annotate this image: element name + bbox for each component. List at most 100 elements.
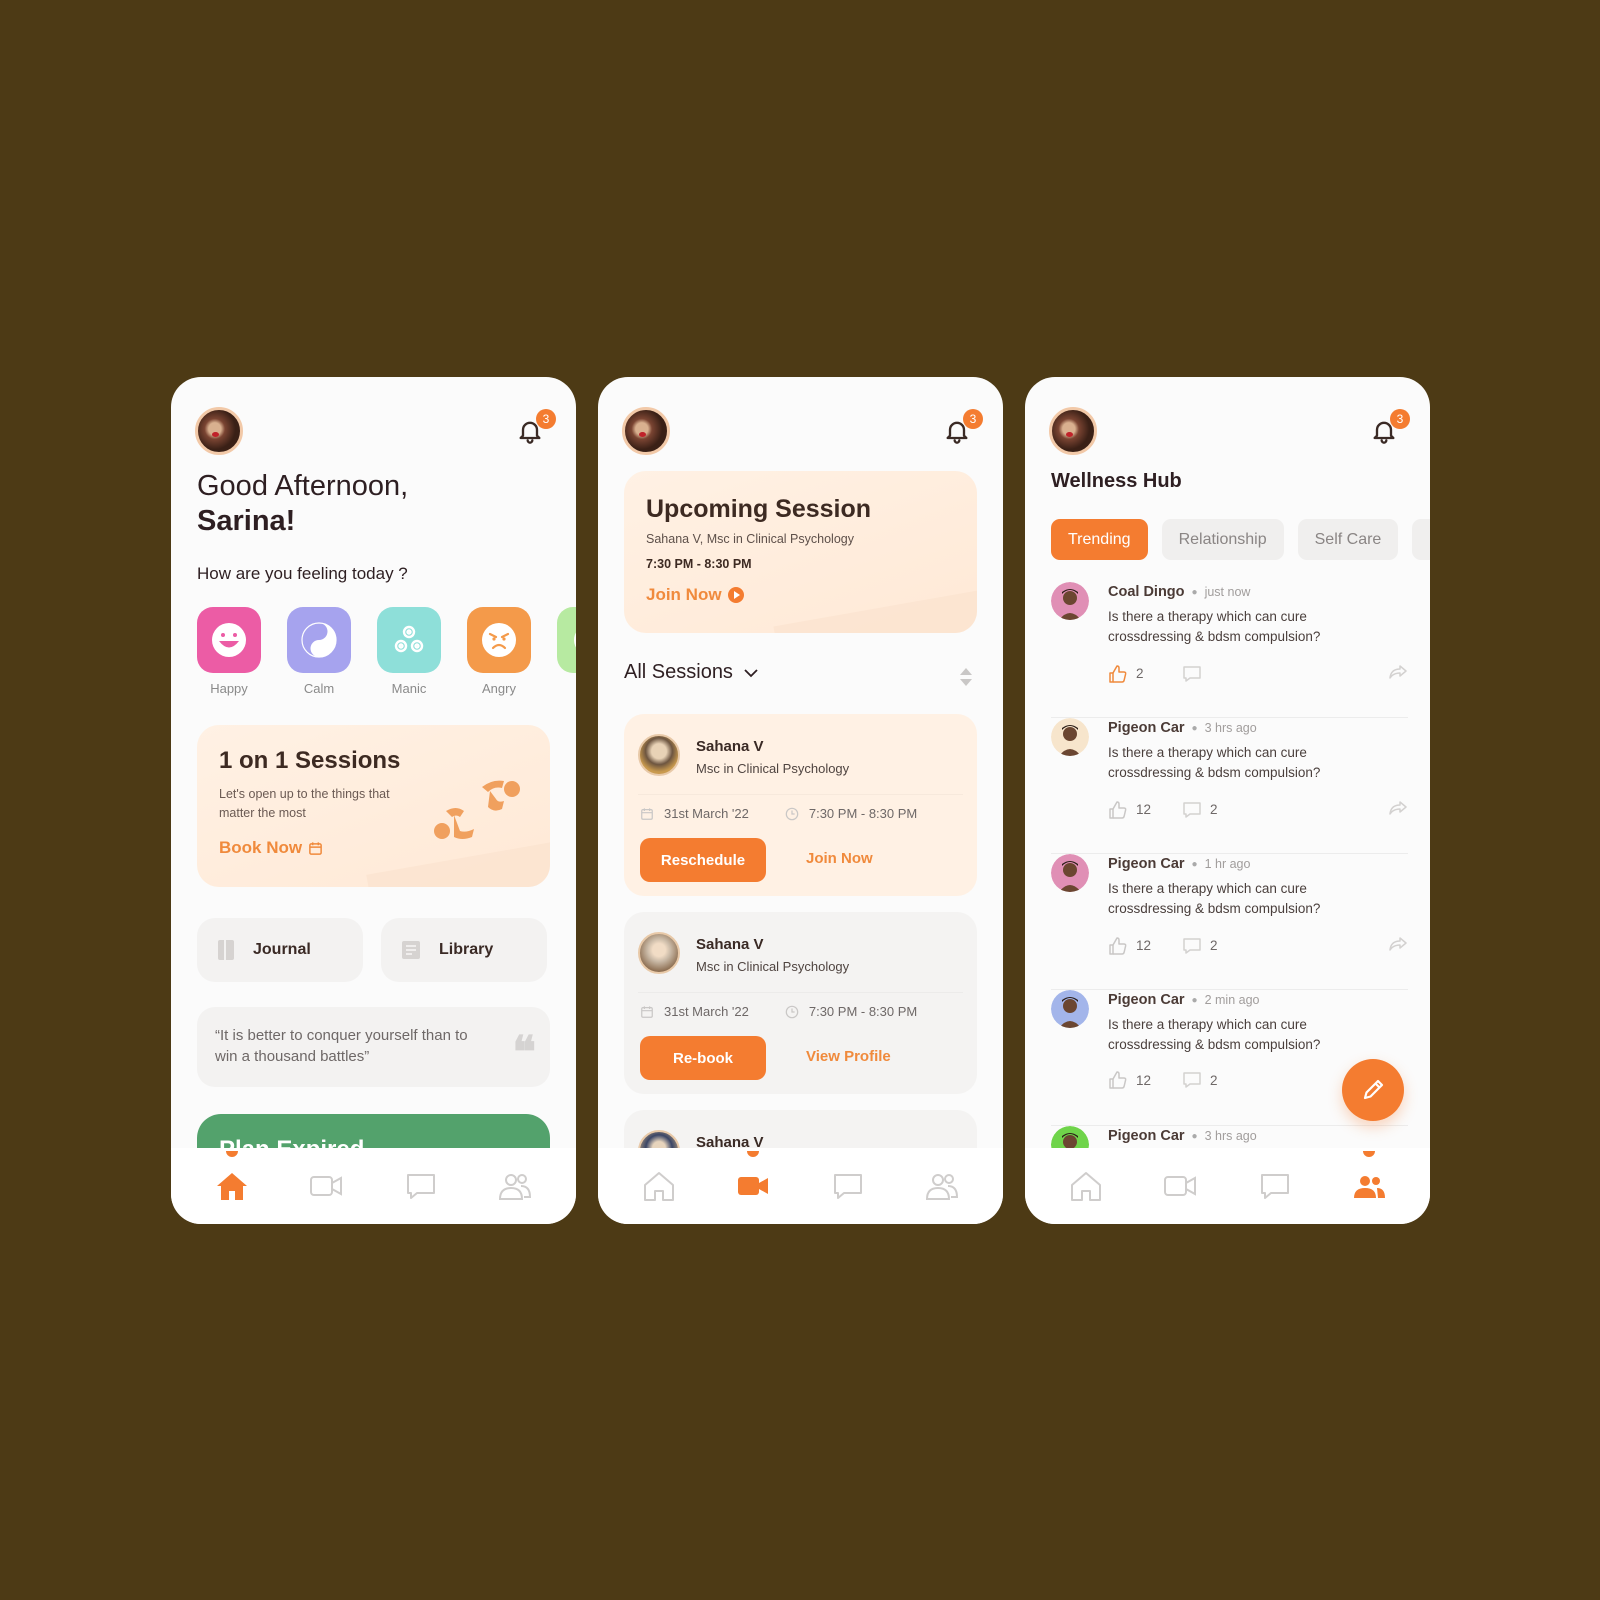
post-time: 2 min ago [1204,993,1260,1007]
like-button[interactable]: 2 [1108,664,1182,684]
comment-button[interactable]: 2 [1182,800,1256,820]
post-header: Pigeon Car ● 3 hrs ago [1108,720,1257,736]
sessions-filter-dropdown[interactable]: All Sessions [624,661,759,684]
view-profile-link[interactable]: View Profile [806,1048,891,1065]
greeting-text: Good Afternoon, [197,470,409,502]
share-button[interactable] [1388,798,1408,821]
rebook-button[interactable]: Re-book [640,1036,766,1080]
book-now-label: Book Now [219,838,303,857]
thumbs-up-icon [1109,800,1127,819]
wellness-hub-screen: 3 Wellness Hub Trending Relationship Sel… [1025,377,1430,1224]
join-now-link[interactable]: Join Now [806,850,873,867]
comment-button[interactable]: 2 [1182,1070,1256,1090]
post-author[interactable]: Pigeon Car [1108,856,1185,872]
mood-tile[interactable] [467,607,531,673]
post-author[interactable]: Pigeon Car [1108,1128,1185,1144]
nav-community[interactable] [490,1161,540,1211]
tab-more[interactable] [1412,519,1430,560]
divider [638,992,963,993]
book-now-link[interactable]: Book Now [219,838,323,858]
share-button[interactable] [1388,934,1408,957]
mood-tile[interactable] [377,607,441,673]
tab-relationship[interactable]: Relationship [1161,519,1284,560]
nav-sessions[interactable] [301,1161,351,1211]
quote-mark-icon: ❝ [512,1027,536,1078]
post-author-avatar[interactable] [1051,854,1089,892]
tab-trending[interactable]: Trending [1051,519,1148,560]
bottom-nav [1025,1148,1430,1224]
like-count: 2 [1136,666,1144,681]
post-header: Pigeon Car ● 1 hr ago [1108,856,1250,872]
comment-icon [1183,801,1201,818]
category-tabs: Trending Relationship Self Care [1051,519,1430,560]
sessions-screen: 3 Upcoming Session Sahana V, Msc in Clin… [598,377,1003,1224]
tab-self-care[interactable]: Self Care [1297,519,1399,560]
mood-tile[interactable] [557,607,576,673]
comment-button[interactable] [1182,664,1256,684]
post-item[interactable]: Coal Dingo ● just now Is there a therapy… [1051,582,1408,718]
upcoming-therapist: Sahana V, Msc in Clinical Psychology [646,532,854,546]
notifications-button[interactable]: 3 [1370,409,1410,447]
sort-icon[interactable] [959,667,973,687]
post-author-avatar[interactable] [1051,990,1089,1028]
nav-chat[interactable] [1250,1161,1300,1211]
journal-button[interactable]: Journal [197,918,363,982]
nav-home[interactable] [634,1161,684,1211]
triskelion-icon [394,625,424,653]
calendar-icon [641,807,653,820]
nav-home[interactable] [1061,1161,1111,1211]
active-indicator [1362,1151,1375,1157]
reschedule-button[interactable]: Reschedule [640,838,766,882]
bottom-nav [171,1148,576,1224]
share-button[interactable] [1388,662,1408,685]
post-author-avatar[interactable] [1051,718,1089,756]
active-indicator [747,1151,760,1157]
profile-avatar[interactable] [622,407,670,455]
mood-tile[interactable] [197,607,261,673]
post-author[interactable]: Pigeon Car [1108,720,1185,736]
nav-sessions[interactable] [1155,1161,1205,1211]
nav-chat[interactable] [823,1161,873,1211]
new-post-button[interactable] [1342,1059,1404,1121]
mood-happy[interactable]: Happy [197,607,261,696]
join-now-link[interactable]: Join Now [646,585,744,605]
therapist-credential: Msc in Clinical Psychology [696,959,850,974]
nav-community[interactable] [917,1161,967,1211]
comment-icon [1183,1072,1201,1088]
one-on-one-sessions-card[interactable]: 1 on 1 Sessions Let's open up to the thi… [197,725,550,887]
like-button[interactable]: 12 [1108,936,1182,956]
mood-manic[interactable]: Manic [377,607,441,696]
top-bar: 3 [622,407,983,455]
notification-badge: 3 [963,409,983,429]
profile-avatar[interactable] [195,407,243,455]
post-author-avatar[interactable] [1051,582,1089,620]
comment-button[interactable]: 2 [1182,936,1256,956]
comment-icon [1183,937,1201,954]
mood-angry[interactable]: Angry [467,607,531,696]
post-item[interactable]: Pigeon Car ● 1 hr ago Is there a therapy… [1051,854,1408,990]
post-author[interactable]: Coal Dingo [1108,584,1185,600]
notifications-button[interactable]: 3 [516,409,556,447]
nav-community[interactable] [1344,1151,1394,1211]
nav-sessions[interactable] [728,1151,778,1211]
profile-avatar[interactable] [1049,407,1097,455]
like-button[interactable]: 12 [1108,1070,1182,1090]
upcoming-session-card: Upcoming Session Sahana V, Msc in Clinic… [624,471,977,633]
like-count: 12 [1136,938,1152,953]
post-actions: 2 [1108,662,1408,685]
join-now-label: Join Now [646,585,722,604]
feeling-question: How are you feeling today ? [197,564,408,583]
post-author[interactable]: Pigeon Car [1108,992,1185,1008]
mood-calm[interactable]: Calm [287,607,351,696]
like-count: 12 [1136,802,1152,817]
library-button[interactable]: Library [381,918,547,982]
mood-tile[interactable] [287,607,351,673]
nav-home[interactable] [207,1151,257,1211]
notifications-button[interactable]: 3 [943,409,983,447]
upcoming-time: 7:30 PM - 8:30 PM [646,557,752,571]
like-button[interactable]: 12 [1108,800,1182,820]
nav-chat[interactable] [396,1161,446,1211]
post-item[interactable]: Pigeon Car ● 3 hrs ago Is there a therap… [1051,718,1408,854]
community-icon [498,1174,531,1200]
mood-more[interactable] [557,607,576,696]
